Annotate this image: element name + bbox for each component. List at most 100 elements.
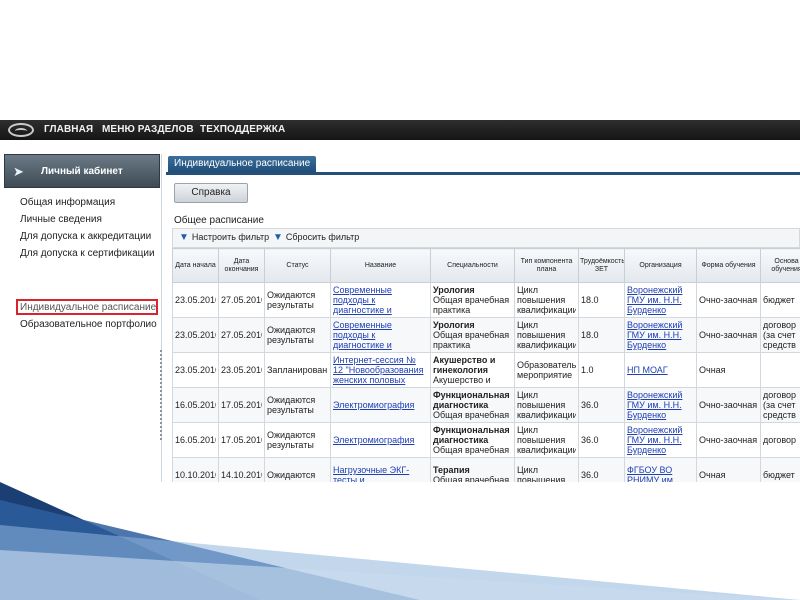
cell-start-date-text: 16.05.2016 (175, 435, 216, 445)
cell-name[interactable]: Современные подходы к диагностике и (330, 282, 431, 318)
cell-name[interactable]: Интернет-сессия № 12 "Новообразования же… (330, 352, 431, 388)
filter-toolbar: ▼ Настроить фильтр ▼ Сбросить фильтр (172, 228, 800, 248)
cell-organization-link[interactable]: Воронежский ГМУ им. Н.Н. Бурденко (627, 425, 682, 455)
cell-name-link[interactable]: Интернет-сессия № 12 "Новообразования же… (333, 355, 424, 385)
col-start-date[interactable]: Дата начала (172, 248, 219, 283)
cell-status: Ожидаются результаты (264, 422, 331, 458)
cell-component-type: Цикл повышения квалификации (514, 282, 579, 318)
cell-study-basis-text: договор (за счет средств (763, 390, 797, 420)
cell-end-date: 27.05.2016 (218, 282, 265, 318)
col-name[interactable]: Название (330, 248, 431, 283)
col-organization[interactable]: Организация (624, 248, 697, 283)
cell-component-type-text: Образовательное мероприятие (517, 360, 576, 380)
cell-study-form: Очно-заочная (696, 387, 761, 423)
col-study-basis[interactable]: Основа обучения (760, 248, 800, 283)
secondary-specialty: Общая врачебная практика (433, 330, 510, 350)
cell-start-date: 16.05.2016 (172, 422, 219, 458)
sidebar-item-general-info[interactable]: Общая информация (20, 197, 115, 208)
cell-organization[interactable]: НП МОАГ (624, 352, 697, 388)
cell-specialties: Урология Общая врачебная практика (430, 282, 515, 318)
primary-specialty: Урология (433, 320, 475, 330)
reset-filter-label: Сбросить фильтр (285, 232, 360, 242)
cell-name-link[interactable]: Электромиография (333, 435, 414, 445)
cell-name[interactable]: Современные подходы к диагностике и (330, 317, 431, 353)
cell-study-basis: договор (760, 422, 800, 458)
tab-underline (166, 172, 800, 175)
table-row[interactable]: 23.05.2016 23.05.2016 Запланирован Интернет… (172, 352, 800, 388)
help-button[interactable]: Справка (174, 183, 248, 203)
cell-name-link[interactable]: Электромиография (333, 400, 414, 410)
table-row[interactable]: 23.05.2016 27.05.2016 Ожидаются результаты… (172, 317, 800, 353)
cell-workload: 18.0 (578, 317, 625, 353)
table-row[interactable]: 16.05.2016 17.05.2016 Ожидаются результаты… (172, 422, 800, 458)
table-row[interactable]: 16.05.2016 17.05.2016 Ожидаются результаты… (172, 387, 800, 423)
nav-support[interactable]: ТЕХПОДДЕРЖКА (200, 124, 285, 135)
cell-name-link[interactable]: Современные подходы к диагностике и (333, 285, 392, 315)
sidebar-item-certification[interactable]: Для допуска к сертификации (20, 248, 155, 259)
col-study-form[interactable]: Форма обучения (696, 248, 761, 283)
cell-end-date-text: 17.05.2016 (221, 400, 262, 410)
section-title: Общее расписание (174, 215, 264, 226)
col-specialties[interactable]: Специальности (430, 248, 515, 283)
cell-organization[interactable]: Воронежский ГМУ им. Н.Н. Бурденко (624, 387, 697, 423)
cell-start-date-text: 23.05.2016 (175, 295, 216, 305)
cell-name-link[interactable]: Современные подходы к диагностике и (333, 320, 392, 350)
nav-home[interactable]: ГЛАВНАЯ (44, 124, 93, 135)
col-end-date[interactable]: Дата окончания (218, 248, 265, 283)
cell-component-type: Цикл повышения квалификации (514, 317, 579, 353)
cell-component-type-text: Цикл повышения квалификации (517, 320, 576, 350)
cell-status-text: Ожидаются результаты (267, 430, 316, 450)
tab-individual-schedule[interactable]: Индивидуальное расписание (168, 156, 317, 172)
cell-organization-link[interactable]: Воронежский ГМУ им. Н.Н. Бурденко (627, 390, 682, 420)
cell-organization-link[interactable]: Воронежский ГМУ им. Н.Н. Бурденко (627, 320, 682, 350)
personal-cabinet-header: ➤ Личный кабинет (4, 154, 160, 188)
cell-workload-text: 18.0 (581, 295, 599, 305)
cell-end-date: 23.05.2016 (218, 352, 265, 388)
cell-study-basis-text: договор (за счет средств (763, 320, 797, 350)
panel-splitter[interactable] (160, 350, 163, 440)
cell-component-type: Образовательное мероприятие (514, 352, 579, 388)
cell-status-text: Ожидаются результаты (267, 290, 316, 310)
filter-icon: ▼ (179, 232, 189, 243)
sidebar-item-portfolio[interactable]: Образовательное портфолио (20, 319, 157, 330)
cell-workload: 18.0 (578, 282, 625, 318)
logo-icon[interactable] (8, 123, 34, 137)
table-row[interactable]: 23.05.2016 27.05.2016 Ожидаются результаты… (172, 282, 800, 318)
sidebar: ➤ Личный кабинет Общая информация Личные… (0, 154, 162, 482)
cell-end-date: 17.05.2016 (218, 422, 265, 458)
cell-start-date: 23.05.2016 (172, 282, 219, 318)
cell-study-form-text: Очно-заочная (699, 330, 758, 340)
cell-study-basis (760, 352, 800, 388)
reset-filter-button[interactable]: ▼ Сбросить фильтр (273, 232, 359, 243)
cell-name[interactable]: Электромиография (330, 387, 431, 423)
col-workload[interactable]: Трудоёмкость ЗЕТ (578, 248, 625, 283)
cell-start-date: 23.05.2016 (172, 317, 219, 353)
cell-organization-link[interactable]: Воронежский ГМУ им. Н.Н. Бурденко (627, 285, 682, 315)
cell-organization[interactable]: Воронежский ГМУ им. Н.Н. Бурденко (624, 422, 697, 458)
cabinet-icon: ➤ (13, 164, 24, 179)
col-component-type[interactable]: Тип компонента плана (514, 248, 579, 283)
nav-sections-menu[interactable]: МЕНЮ РАЗДЕЛОВ (102, 124, 194, 135)
cell-organization[interactable]: Воронежский ГМУ им. Н.Н. Бурденко (624, 282, 697, 318)
cell-workload-text: 36.0 (581, 435, 599, 445)
primary-specialty: Функциональная диагностика (433, 425, 510, 445)
cell-name[interactable]: Электромиография (330, 422, 431, 458)
cell-study-basis-text: договор (763, 435, 797, 445)
cell-organization[interactable]: Воронежский ГМУ им. Н.Н. Бурденко (624, 317, 697, 353)
cell-status-text: Ожидаются результаты (267, 325, 316, 345)
cell-status: Ожидаются результаты (264, 282, 331, 318)
sidebar-item-individual-schedule[interactable]: Индивидуальное расписание (20, 302, 156, 313)
cell-end-date: 17.05.2016 (218, 387, 265, 423)
secondary-specialty: Общая врачебная (433, 445, 510, 455)
cell-status-text: Ожидаются результаты (267, 395, 316, 415)
cell-end-date-text: 27.05.2016 (221, 330, 262, 340)
sidebar-item-personal-info[interactable]: Личные сведения (20, 214, 102, 225)
cell-status-text: Запланирован (267, 365, 328, 375)
cell-organization-link[interactable]: НП МОАГ (627, 365, 668, 375)
cell-study-basis: бюджет (760, 282, 800, 318)
cell-specialties: Акушерство и гинекология Акушерство и (430, 352, 515, 388)
col-status[interactable]: Статус (264, 248, 331, 283)
setup-filter-button[interactable]: ▼ Настроить фильтр (179, 232, 269, 243)
sidebar-item-accreditation[interactable]: Для допуска к аккредитации (20, 231, 151, 242)
cell-specialties: Функциональная диагностика Общая врачебна… (430, 387, 515, 423)
